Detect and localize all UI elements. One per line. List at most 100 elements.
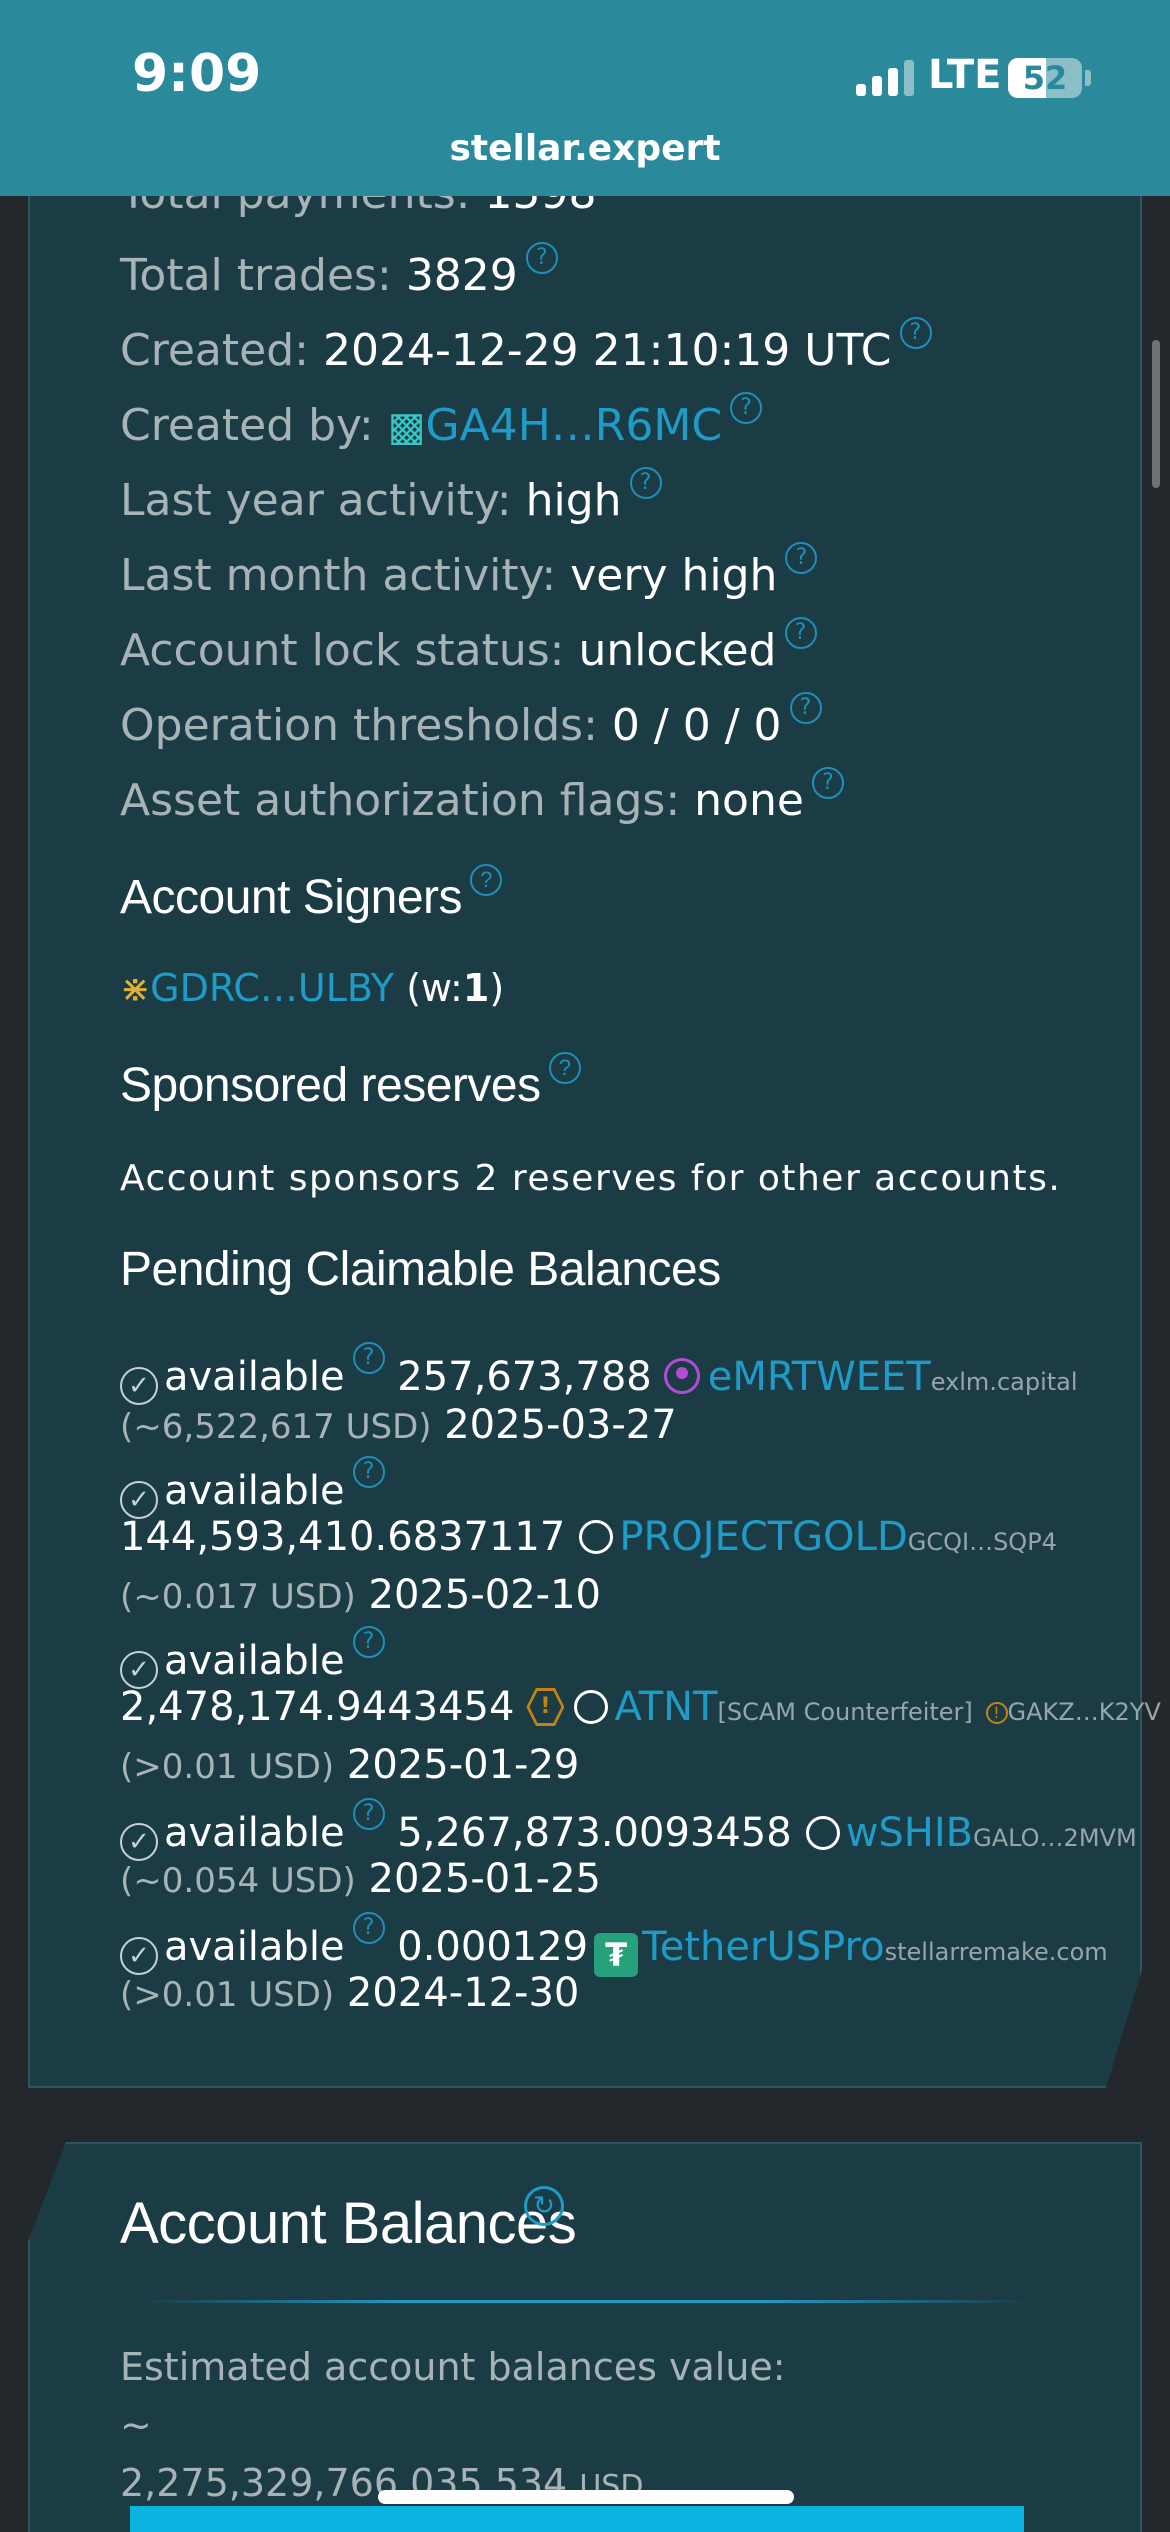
section-divider: [140, 2300, 1030, 2303]
question-circle-icon[interactable]: ?: [730, 392, 763, 424]
claimable-date: 2024-12-30: [346, 1970, 580, 2016]
info-value: none: [694, 775, 804, 826]
asset-issuer: GCQI…SQP4: [907, 1528, 1057, 1556]
question-circle-icon[interactable]: ?: [352, 1342, 385, 1374]
asset-placeholder-icon: [574, 1690, 609, 1724]
section-title-signers: Account Signers?: [120, 864, 503, 925]
question-circle-icon[interactable]: ?: [352, 1626, 385, 1658]
claimable-amount: 5,267,873.0093458: [397, 1810, 792, 1856]
signer-address-link[interactable]: GDRC…ULBY: [150, 966, 394, 1010]
usd-estimate: (~0.017 USD): [120, 1577, 356, 1617]
claimable-balance-item: ✓ available?: [120, 1456, 385, 1519]
info-label: Created:: [120, 325, 309, 376]
page-scrollbar[interactable]: [1152, 340, 1160, 488]
browser-top-bar: 9:09 LTE 52 stellar.expert: [0, 0, 1170, 196]
asset-link[interactable]: PROJECTGOLD: [619, 1514, 907, 1560]
section-title-sponsored: Sponsored reserves?: [120, 1052, 581, 1113]
claimable-date: 2025-01-25: [368, 1856, 601, 1902]
asset-link[interactable]: wSHIB: [846, 1810, 973, 1856]
claimable-amount: 2,478,174.9443454: [120, 1684, 515, 1730]
asset-link[interactable]: ATNT: [614, 1684, 717, 1730]
info-value: very high: [570, 550, 778, 601]
status-time: 9:09: [132, 44, 262, 104]
question-circle-icon[interactable]: ?: [811, 767, 844, 799]
claimable-status: available: [164, 1638, 345, 1684]
info-label: Created by:: [120, 400, 374, 451]
info-row-last-year-activity: Last year activity: high?: [120, 467, 662, 526]
claimable-status: available: [164, 1810, 345, 1856]
account-identicon-icon: ▩: [387, 404, 426, 450]
info-row-lock-status: Account lock status: unlocked?: [120, 617, 817, 676]
warning-icon: [526, 1688, 565, 1726]
scam-label: [SCAM Counterfeiter]: [717, 1698, 973, 1726]
question-circle-icon[interactable]: ?: [784, 617, 817, 649]
claimable-status: available: [164, 1924, 345, 1970]
claimable-date: 2025-01-29: [346, 1742, 580, 1788]
info-label: Last year activity:: [120, 475, 512, 526]
url-bar[interactable]: stellar.expert: [0, 128, 1170, 169]
info-row-thresholds: Operation thresholds: 0 / 0 / 0?: [120, 692, 822, 751]
asset-issuer: stellarremake.com: [884, 1938, 1108, 1966]
claimable-balance-item: ✓ available? 5,267,873.0093458 wSHIBGALO…2…: [120, 1798, 1137, 1861]
claimable-balance-meta: (~6,522,617 USD) 2025-03-27: [120, 1402, 677, 1448]
sponsored-description: Account sponsors 2 reserves for other ac…: [120, 1158, 1062, 1199]
claimable-balance-meta: (>0.01 USD) 2025-01-29: [120, 1742, 579, 1788]
question-circle-icon[interactable]: ?: [789, 692, 822, 724]
claimable-balance-amount-row: 144,593,410.6837117 PROJECTGOLDGCQI…SQP4: [120, 1514, 1057, 1560]
asset-avatar-icon: [663, 1358, 700, 1394]
info-label: Last month activity:: [120, 550, 557, 601]
asset-issuer: exlm.capital: [930, 1368, 1078, 1396]
usd-estimate: (>0.01 USD): [120, 1975, 335, 2015]
asset-issuer: GALO…2MVM: [973, 1824, 1137, 1852]
info-value: unlocked: [578, 625, 777, 676]
question-circle-icon[interactable]: ?: [352, 1456, 385, 1488]
signer-key-icon: ⋇: [120, 969, 151, 1010]
info-value: 0 / 0 / 0: [611, 700, 782, 751]
question-circle-icon[interactable]: ?: [352, 1912, 385, 1944]
claimable-amount: 0.000129: [397, 1924, 589, 1970]
network-type: LTE: [928, 52, 1002, 98]
warning-small-icon: !: [985, 1702, 1008, 1724]
claimable-status: available: [164, 1468, 345, 1514]
signer-row: ⋇GDRC…ULBY (w:1): [120, 966, 505, 1010]
claimable-date: 2025-02-10: [368, 1572, 601, 1618]
info-label: Asset authorization flags:: [120, 775, 681, 826]
question-circle-icon[interactable]: ?: [548, 1052, 581, 1084]
info-row-total-trades: Total trades: 3829?: [120, 242, 558, 301]
asset-link[interactable]: TetherUSPro: [642, 1924, 884, 1970]
signer-weight: 1: [462, 966, 490, 1010]
claimable-balance-meta: (>0.01 USD) 2024-12-30: [120, 1970, 579, 2016]
claimable-balance-item: ✓ available?: [120, 1626, 385, 1689]
claimable-status: available: [164, 1354, 345, 1400]
section-title-claimable: Pending Claimable Balances: [120, 1243, 721, 1296]
claimable-balance-meta: (~0.017 USD) 2025-02-10: [120, 1572, 601, 1618]
info-row-created: Created: 2024-12-29 21:10:19 UTC?: [120, 317, 932, 376]
info-value: high: [525, 475, 622, 526]
signal-strength-icon: [856, 60, 916, 96]
question-circle-icon[interactable]: ?: [352, 1798, 385, 1830]
check-circle-icon: ✓: [120, 1367, 158, 1405]
question-circle-icon[interactable]: ?: [629, 467, 662, 499]
question-circle-icon[interactable]: ?: [785, 542, 818, 574]
asset-issuer: GAKZ…K2YV: [1007, 1698, 1161, 1726]
asset-placeholder-icon: [805, 1816, 840, 1850]
usd-estimate: (~6,522,617 USD): [120, 1407, 432, 1447]
creator-account-link[interactable]: GA4H…R6MC: [426, 400, 723, 451]
question-circle-icon[interactable]: ?: [899, 317, 932, 349]
refresh-icon[interactable]: ↻: [524, 2186, 564, 2226]
info-label: Account lock status:: [120, 625, 565, 676]
info-value: 2024-12-29 21:10:19 UTC: [322, 325, 892, 376]
tether-logo-icon: ₮: [594, 1933, 639, 1977]
home-indicator[interactable]: [378, 2490, 794, 2504]
balances-action-button[interactable]: [130, 2506, 1024, 2532]
asset-link[interactable]: eMRTWEET: [708, 1354, 931, 1400]
usd-estimate: (~0.054 USD): [120, 1861, 356, 1901]
claimable-amount: 144,593,410.6837117: [120, 1514, 566, 1560]
claimable-balance-amount-row: 2,478,174.9443454 ATNT[SCAM Counterfeiter…: [120, 1684, 1161, 1730]
claimable-balance-item: ✓ available? 0.000129 ₮ TetherUSProstellarr…: [120, 1912, 1108, 1977]
claimable-date: 2025-03-27: [444, 1402, 677, 1448]
info-row-last-month-activity: Last month activity: very high?: [120, 542, 818, 601]
question-circle-icon[interactable]: ?: [470, 864, 503, 896]
battery-icon: 52: [1008, 58, 1082, 98]
question-circle-icon[interactable]: ?: [525, 242, 558, 274]
